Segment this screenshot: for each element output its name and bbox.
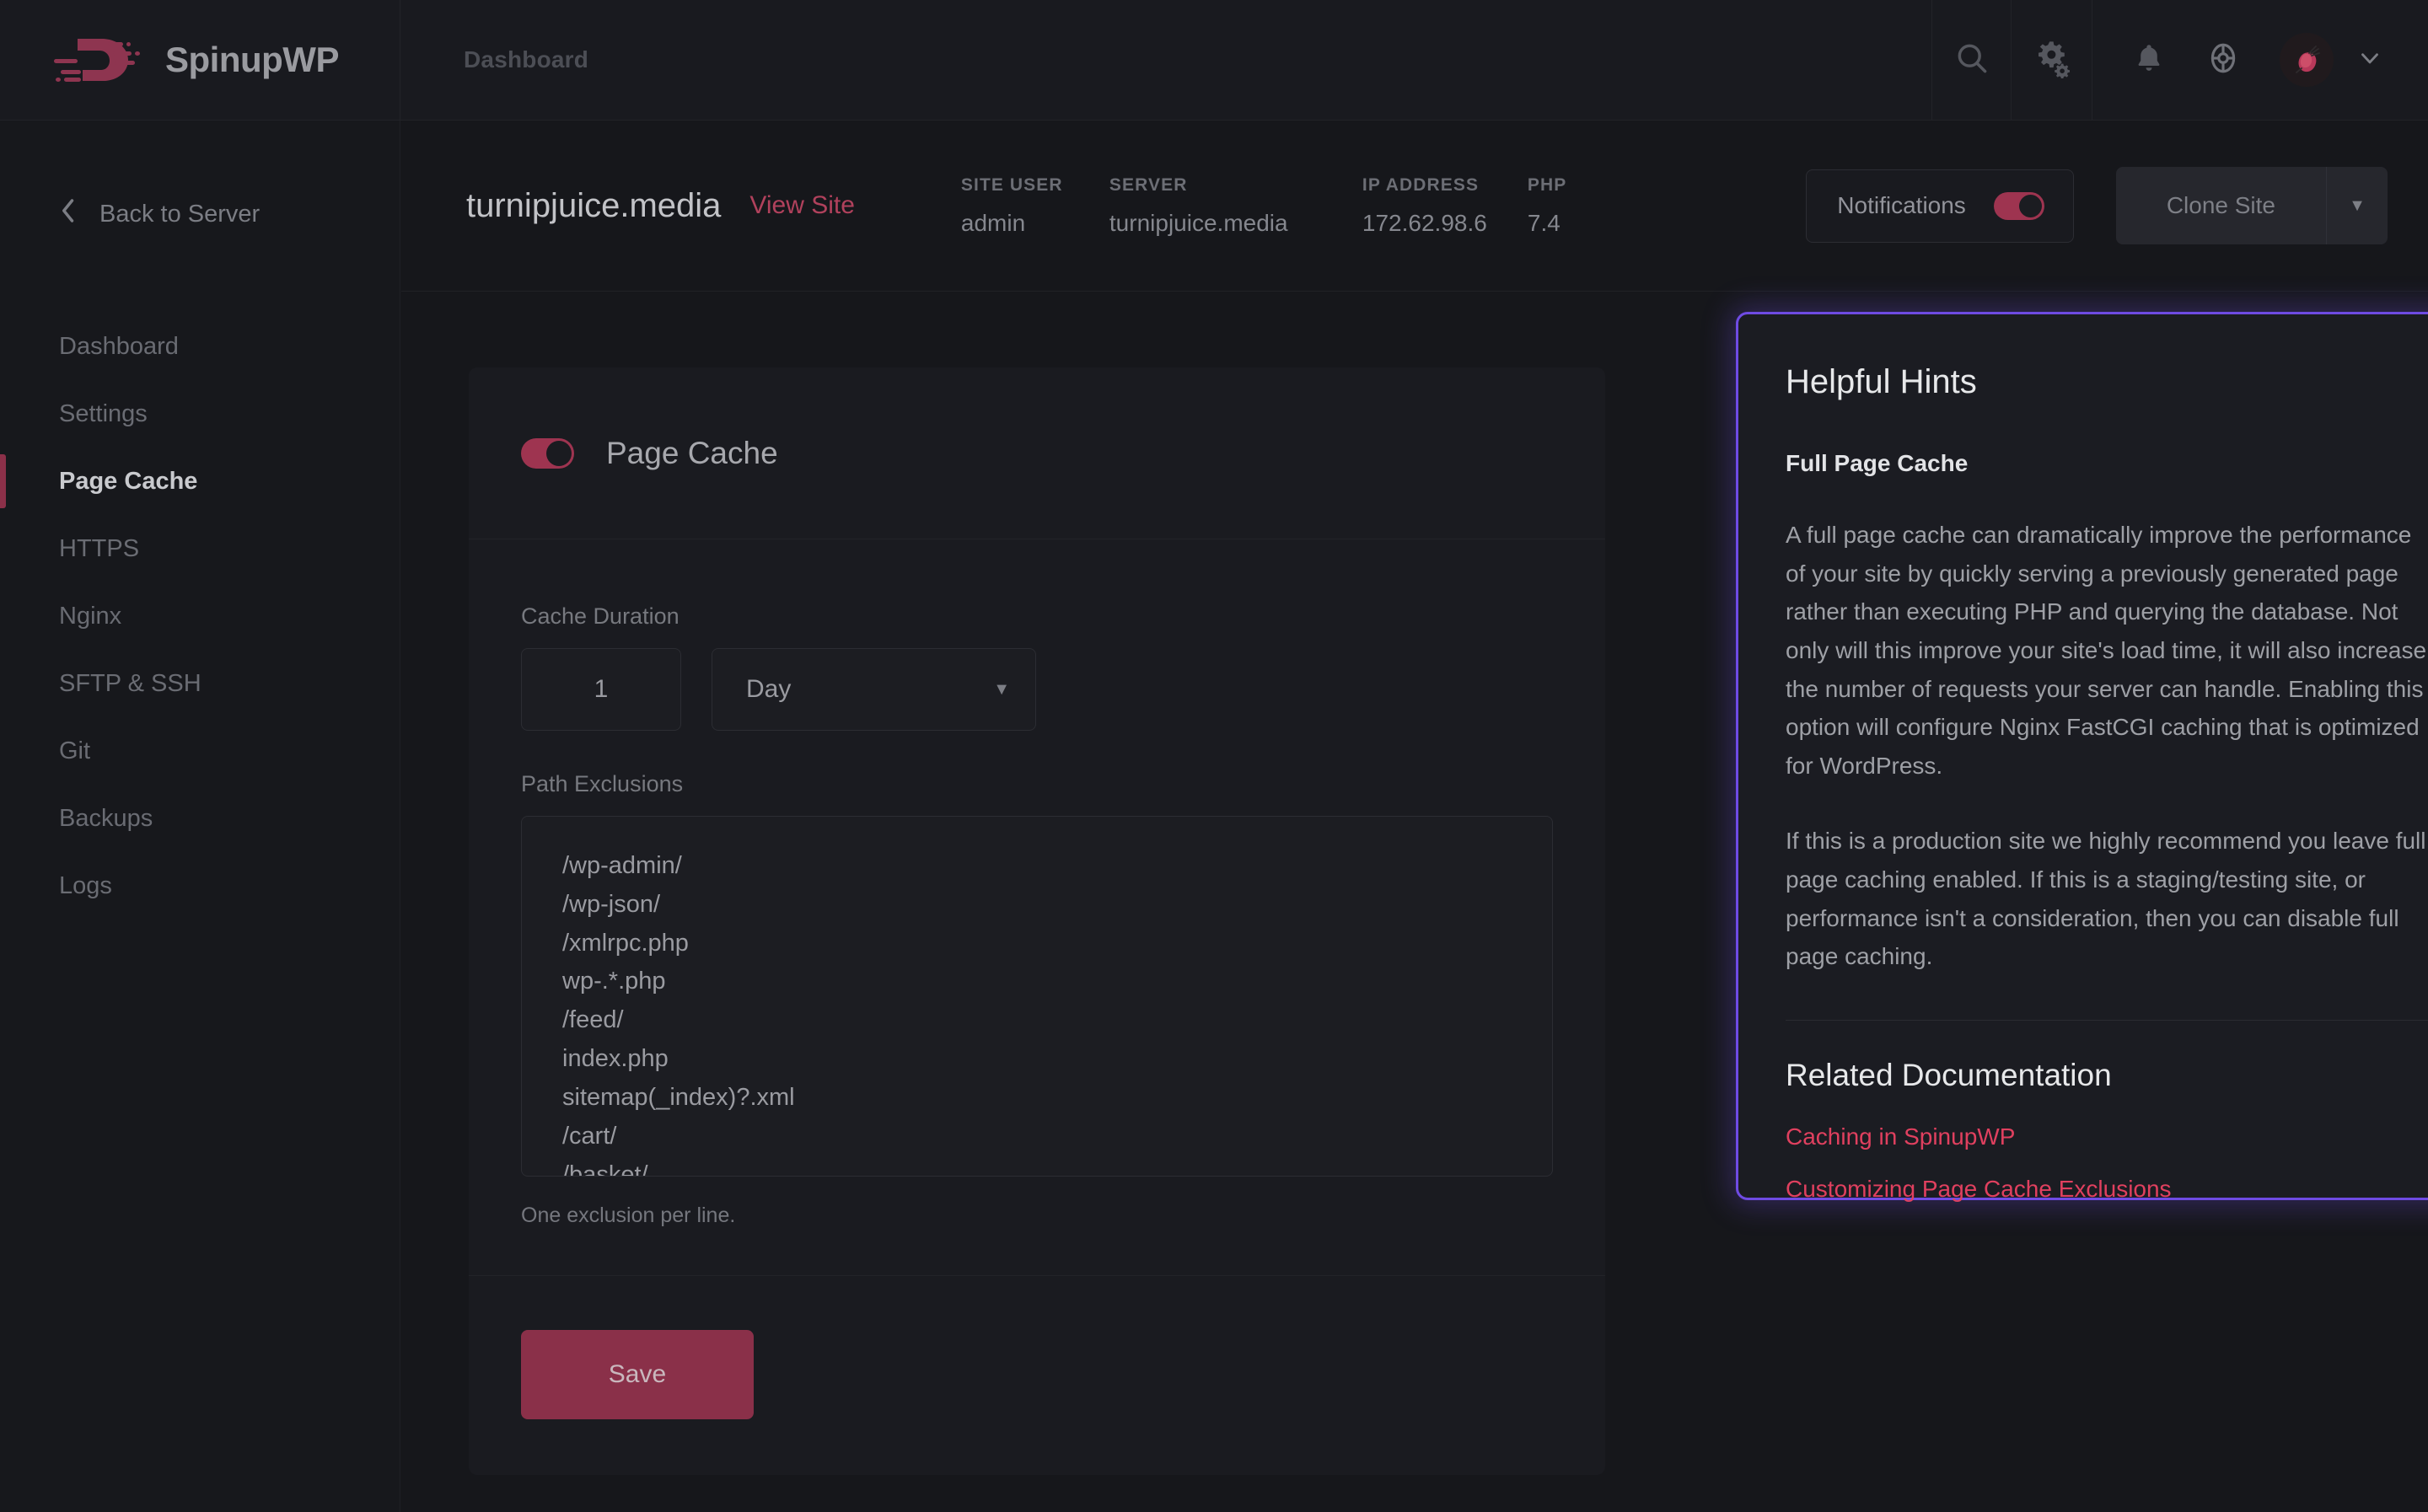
meta-ip-address: IP ADDRESS 172.62.98.6 [1362, 175, 1528, 237]
cache-duration-unit-select[interactable]: Day ▼ [712, 648, 1036, 731]
sidebar-item-https[interactable]: HTTPS [0, 515, 400, 582]
notifications-label: Notifications [1837, 192, 1966, 218]
notifications-toggle-box[interactable]: Notifications [1806, 169, 2074, 243]
sidebar-item-label: Nginx [59, 602, 122, 630]
sidebar-item-backups[interactable]: Backups [0, 785, 400, 852]
site-meta-group: SITE USER admin SERVER turnipjuice.media… [961, 175, 1629, 237]
meta-label: SERVER [1109, 174, 1188, 195]
sidebar-item-sftp-ssh[interactable]: SFTP & SSH [0, 650, 400, 717]
view-site-link[interactable]: View Site [749, 191, 855, 220]
page-cache-toggle[interactable] [521, 437, 574, 469]
meta-label: IP ADDRESS [1362, 174, 1480, 195]
sidebar-item-label: Logs [59, 871, 112, 899]
settings-button[interactable] [2011, 0, 2092, 120]
doc-link-caching-in-spinupwp[interactable]: Caching in SpinupWP [1786, 1123, 2428, 1150]
toggle-knob [2018, 194, 2042, 217]
helpful-hints-panel: Helpful Hints Full Page Cache A full pag… [1736, 312, 2428, 1203]
save-button[interactable]: Save [521, 1330, 754, 1419]
doc-link-customizing-page-cache-exclusions[interactable]: Customizing Page Cache Exclusions [1786, 1176, 2428, 1203]
sidebar-item-settings[interactable]: Settings [0, 380, 400, 448]
site-title: turnipjuice.media [466, 186, 722, 224]
gears-icon [2032, 38, 2072, 83]
sidebar-item-label: Dashboard [59, 332, 179, 360]
caret-down-icon: ▼ [993, 679, 1010, 699]
sidebar-item-label: Git [59, 737, 91, 764]
sidebar-item-logs[interactable]: Logs [0, 852, 400, 920]
cache-duration-label: Cache Duration [521, 603, 680, 629]
sidebar-item-label: Backups [59, 804, 153, 832]
helpful-hints-paragraph-2: If this is a production site we highly r… [1786, 828, 2426, 970]
helpful-hints-paragraph-1: A full page cache can dramatically impro… [1786, 522, 2427, 779]
sidebar-item-git[interactable]: Git [0, 717, 400, 785]
sidebar-item-label: Settings [59, 399, 148, 427]
meta-value: 7.4 [1527, 209, 1560, 236]
top-bar: SpinupWP Dashboard [0, 0, 2428, 121]
meta-label: SITE USER [960, 174, 1063, 195]
page-cache-card-footer: Save [469, 1275, 1605, 1475]
spinupwp-logo-icon [52, 34, 147, 86]
meta-server: SERVER turnipjuice.media [1109, 175, 1362, 237]
toggle-knob [546, 440, 572, 466]
clone-site-group: Clone Site ▼ [2115, 167, 2388, 244]
divider [1786, 1019, 2428, 1021]
path-exclusions-label: Path Exclusions [521, 771, 684, 796]
chevron-down-icon[interactable] [2355, 44, 2384, 77]
page-cache-title: Page Cache [606, 435, 778, 470]
site-header: turnipjuice.media View Site SITE USER ad… [401, 121, 2428, 292]
search-icon [1953, 40, 1990, 81]
back-to-server-link[interactable]: Back to Server [0, 121, 400, 230]
meta-php: PHP 7.4 [1528, 175, 1629, 237]
meta-label: PHP [1527, 174, 1567, 195]
cache-duration-unit-value: Day [746, 675, 792, 703]
clone-site-dropdown-button[interactable]: ▼ [2327, 167, 2388, 244]
cache-duration-input[interactable]: 1 [521, 648, 681, 731]
bell-icon[interactable] [2131, 40, 2167, 80]
caret-down-icon: ▼ [2349, 196, 2366, 215]
lifebuoy-icon[interactable] [2205, 40, 2241, 80]
meta-value: 172.62.98.6 [1362, 209, 1487, 236]
path-exclusions-helper-text: One exclusion per line. [521, 1204, 736, 1227]
sidebar-item-label: SFTP & SSH [59, 669, 201, 697]
back-to-server-label: Back to Server [99, 200, 261, 228]
top-nav: Dashboard [400, 0, 1931, 120]
helpful-hints-subtitle: Full Page Cache [1786, 450, 1969, 476]
cache-duration-row: 1 Day ▼ [521, 648, 1553, 731]
page-cache-card: Page Cache Cache Duration 1 Day ▼ Path E… [469, 367, 1605, 1475]
page-cache-card-header: Page Cache [469, 367, 1605, 539]
main-content: Page Cache Cache Duration 1 Day ▼ Path E… [401, 292, 2428, 1512]
top-actions [1931, 0, 2428, 120]
chevron-left-icon [59, 198, 78, 230]
meta-site-user: SITE USER admin [961, 175, 1109, 237]
sidebar-item-nginx[interactable]: Nginx [0, 582, 400, 650]
field-spacer [521, 731, 1553, 771]
page-cache-card-body: Cache Duration 1 Day ▼ Path Exclusions /… [469, 539, 1605, 1228]
avatar[interactable] [2280, 33, 2334, 87]
brand-logo-area[interactable]: SpinupWP [0, 0, 400, 120]
sidebar-item-label: Page Cache [59, 467, 198, 495]
search-button[interactable] [1931, 0, 2011, 120]
sidebar-nav: Dashboard Settings Page Cache HTTPS Ngin… [0, 313, 400, 920]
path-exclusions-textarea[interactable]: /wp-admin/ /wp-json/ /xmlrpc.php wp-.*.p… [521, 816, 1553, 1177]
top-right-group [2092, 0, 2428, 120]
notifications-toggle[interactable] [1993, 191, 2044, 220]
meta-value: admin [960, 209, 1026, 236]
related-documentation-title: Related Documentation [1786, 1057, 2112, 1092]
brand-name: SpinupWP [165, 40, 339, 79]
sidebar: Back to Server Dashboard Settings Page C… [0, 121, 400, 1512]
sidebar-item-page-cache[interactable]: Page Cache [0, 448, 400, 515]
helpful-hints-title: Helpful Hints [1786, 363, 1977, 400]
top-nav-item-dashboard[interactable]: Dashboard [464, 46, 588, 73]
clone-site-button[interactable]: Clone Site [2116, 167, 2327, 244]
meta-value: turnipjuice.media [1109, 209, 1288, 236]
sidebar-item-label: HTTPS [59, 534, 140, 562]
sidebar-item-dashboard[interactable]: Dashboard [0, 313, 400, 380]
